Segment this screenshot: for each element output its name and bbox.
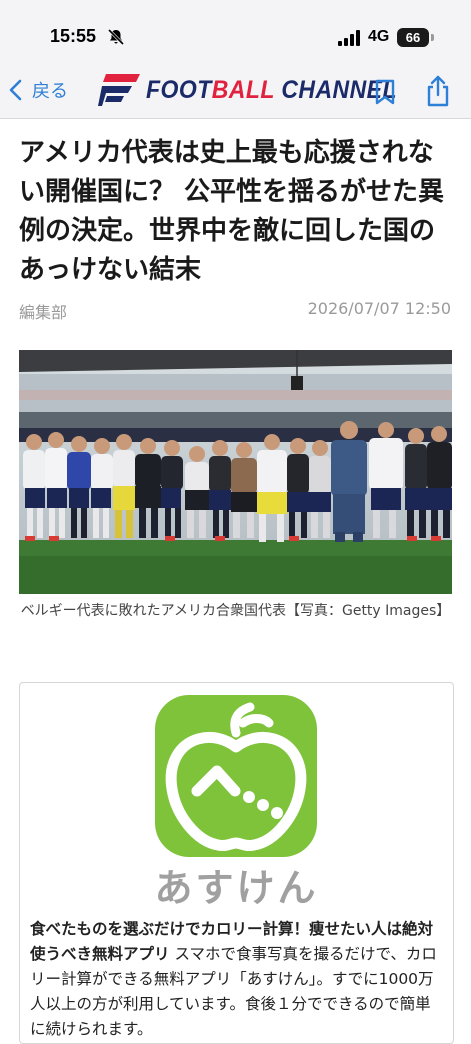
battery-tip xyxy=(431,34,434,41)
apple-chart-icon xyxy=(165,702,307,852)
ad-app-name: あすけん xyxy=(154,866,319,910)
team-huddle-photo xyxy=(19,350,452,594)
site-logo[interactable]: FOOTBALL CHANNEL xyxy=(98,72,419,108)
network-type: 4G xyxy=(368,28,390,45)
bookmark-icon[interactable] xyxy=(372,78,398,106)
bell-muted-icon xyxy=(107,28,125,46)
chevron-left-icon xyxy=(9,79,22,101)
status-bar: 15:55 4G 66 xyxy=(0,0,471,62)
cellular-signal-icon xyxy=(338,30,360,46)
football-channel-logo-mark xyxy=(98,74,140,106)
nav-bar: 戻る FOOTBALL CHANNEL xyxy=(0,62,471,119)
back-button[interactable]: 戻る xyxy=(8,74,68,106)
logo-text: FOOTBALL CHANNEL xyxy=(146,75,397,104)
ad-card[interactable]: あすけん 食べたものを選ぶだけでカロリー計算！痩せたい人は絶対使うべき無料アプリ… xyxy=(19,682,454,1044)
photo-caption: ベルギー代表に敗れたアメリカ合衆国代表【写真：Getty Images】 xyxy=(20,603,451,619)
article-byline: 編集部 2026/07/07 12:50 xyxy=(19,299,451,323)
battery-indicator: 66 xyxy=(397,28,429,47)
asken-app-icon xyxy=(155,695,317,857)
back-button-label: 戻る xyxy=(32,81,68,102)
ad-description[interactable]: 食べたものを選ぶだけでカロリー計算！痩せたい人は絶対使うべき無料アプリ スマホで… xyxy=(30,917,444,1042)
article-author[interactable]: 編集部 xyxy=(19,303,67,322)
article-title: アメリカ代表は史上最も応援されない開催国に？ 公平性を揺るがせた異例の決定。世界… xyxy=(19,138,445,285)
article-photo[interactable] xyxy=(19,350,452,594)
article-date: 2026/07/07 12:50 xyxy=(307,299,451,318)
status-time: 15:55 xyxy=(50,26,97,46)
share-icon[interactable] xyxy=(424,74,452,108)
